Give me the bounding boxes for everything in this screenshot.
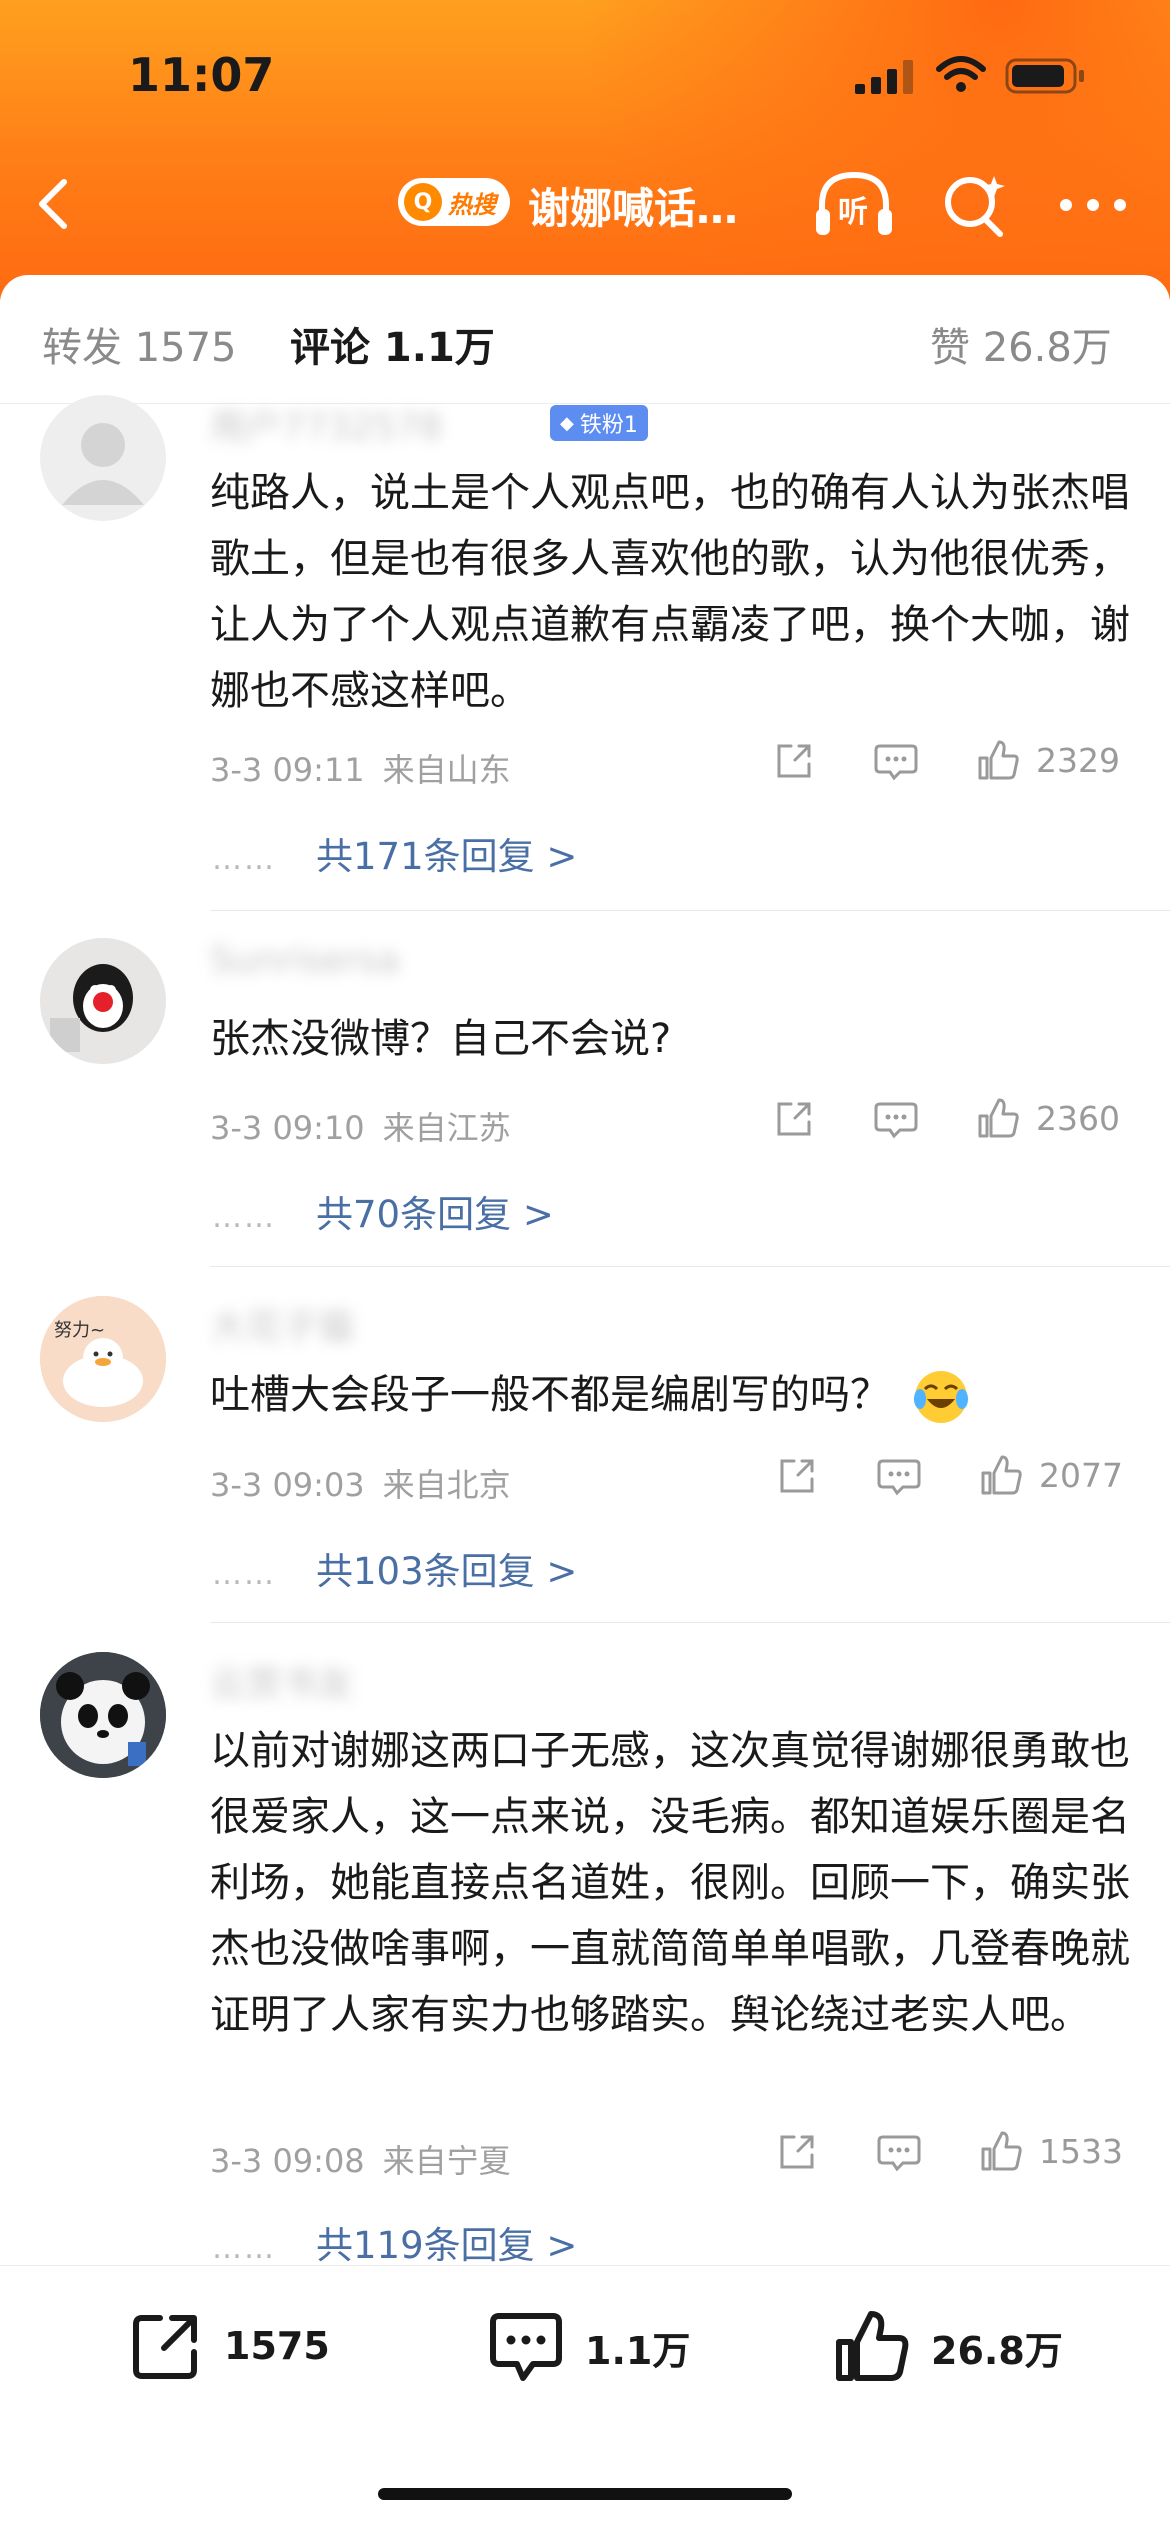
avatar[interactable]	[40, 938, 166, 1064]
status-time: 11:07	[128, 48, 275, 102]
replies-dots: ……	[212, 2231, 276, 2266]
search-icon[interactable]	[940, 170, 1010, 240]
penguin-avatar-icon	[40, 938, 166, 1064]
comment-text: 张杰没微博？自己不会说?	[210, 1016, 672, 1062]
divider	[210, 1622, 1170, 1623]
comment-location: 来自江苏	[382, 1109, 511, 1147]
share-icon[interactable]	[773, 740, 815, 782]
like-button[interactable]: 2360	[976, 1096, 1120, 1140]
like-button[interactable]: 2329	[976, 738, 1120, 782]
duck-avatar-icon: 努力~	[40, 1296, 166, 1422]
home-indicator[interactable]	[378, 2488, 792, 2500]
share-icon[interactable]	[773, 1098, 815, 1140]
replies-dots: ……	[212, 1557, 276, 1592]
like-post-button[interactable]: 26.8万	[833, 2308, 1063, 2386]
comment-date: 3-3 09:03	[210, 1466, 365, 1504]
hot-search-badge[interactable]: Q 热搜	[398, 178, 510, 226]
thumbs-up-icon	[978, 1098, 1019, 1138]
username[interactable]: 大花子猫	[210, 1298, 354, 1350]
thumbs-up-icon	[978, 740, 1019, 780]
comment-text: 纯路人，说土是个人观点吧，也的确有人认为张杰唱歌土，但是也有很多人喜欢他的歌，认…	[210, 470, 1130, 714]
avatar[interactable]: 努力~	[40, 1296, 166, 1422]
listen-label: 听	[838, 195, 868, 230]
like-count: 2329	[1036, 740, 1120, 780]
username[interactable]: 用户7732578	[210, 398, 442, 450]
share-icon[interactable]	[776, 2131, 818, 2173]
tab-comments[interactable]: 评论 1.1万	[290, 315, 495, 373]
avatar[interactable]	[40, 1652, 166, 1778]
hot-search-label: 热搜	[448, 190, 496, 219]
replies-count: 共70条回复 >	[316, 1193, 554, 1236]
comment-meta: 3-3 09:03 来自北京	[210, 1460, 511, 1506]
comment-text: 吐槽大会段子一般不都是编剧写的吗？	[210, 1362, 1135, 1428]
comment-icon[interactable]	[877, 2133, 921, 2173]
comment-meta: 3-3 09:10 来自江苏	[210, 1103, 511, 1149]
like-button[interactable]: 1533	[979, 2129, 1123, 2173]
divider	[210, 1266, 1170, 1267]
repost-button[interactable]: 1575	[128, 2308, 330, 2384]
like-count: 1533	[1039, 2131, 1123, 2171]
laughing-tears-emoji-icon	[913, 1371, 968, 1423]
fan-badge: ◆ 铁粉1	[550, 405, 648, 441]
comment-date: 3-3 09:11	[210, 751, 365, 789]
username[interactable]: Sunrisersa	[210, 940, 400, 981]
thumbs-up-icon	[981, 2131, 1022, 2171]
comment-icon	[490, 2313, 562, 2381]
replies-link[interactable]: …… 共171条回复 >	[212, 826, 577, 880]
comment-text-content: 吐槽大会段子一般不都是编剧写的吗？	[210, 1372, 890, 1418]
replies-dots: ……	[212, 1200, 276, 1235]
comment-location: 来自北京	[382, 1466, 511, 1504]
default-avatar-icon	[62, 423, 144, 505]
comment-icon[interactable]	[877, 1457, 921, 1497]
fan-badge-label: 铁粉1	[579, 413, 638, 438]
username[interactable]: 云赏书友	[210, 1655, 354, 1707]
like-count: 2077	[1039, 1455, 1123, 1495]
replies-link[interactable]: …… 共119条回复 >	[212, 2215, 577, 2269]
back-icon[interactable]	[30, 168, 80, 238]
comment-meta: 3-3 09:11 来自山东	[210, 745, 511, 791]
cellular-signal-icon	[855, 60, 913, 94]
replies-count: 共171条回复 >	[316, 835, 578, 878]
panda-avatar-icon	[40, 1652, 166, 1778]
comment-meta: 3-3 09:08 来自宁夏	[210, 2136, 511, 2182]
repost-count: 1575	[224, 2324, 330, 2368]
header: 11:07 Q 热搜 谢娜喊话… 听	[0, 0, 1170, 300]
more-icon[interactable]	[1058, 197, 1128, 213]
comment-icon[interactable]	[874, 742, 918, 782]
replies-count: 共119条回复 >	[316, 2224, 578, 2267]
tab-reposts[interactable]: 转发 1575	[42, 315, 237, 373]
replies-link[interactable]: …… 共70条回复 >	[212, 1184, 554, 1238]
diamond-icon: ◆	[560, 412, 574, 434]
comment-location: 来自山东	[382, 751, 511, 789]
page-title: 谢娜喊话…	[528, 184, 739, 233]
comment-icon[interactable]	[874, 1100, 918, 1140]
replies-count: 共103条回复 >	[316, 1550, 578, 1593]
battery-icon	[1005, 58, 1084, 94]
share-icon	[133, 2315, 197, 2379]
comment-text: 以前对谢娜这两口子无感，这次真觉得谢娜很勇敢也很爱家人，这一点来说，没毛病。都知…	[210, 1728, 1130, 2038]
like-count: 26.8万	[931, 2328, 1063, 2373]
comment-button[interactable]: 1.1万	[487, 2308, 690, 2386]
comment-date: 3-3 09:10	[210, 1109, 365, 1147]
tab-likes[interactable]: 赞 26.8万	[930, 315, 1112, 373]
tab-bar: 转发 1575 评论 1.1万 赞 26.8万	[0, 275, 1170, 404]
replies-link[interactable]: …… 共103条回复 >	[212, 1541, 577, 1595]
listen-button[interactable]: 听	[812, 165, 896, 243]
comment-count: 1.1万	[585, 2328, 691, 2373]
share-icon[interactable]	[776, 1455, 818, 1497]
svg-text:努力~: 努力~	[54, 1320, 105, 1341]
thumbs-up-icon	[981, 1455, 1022, 1495]
like-button[interactable]: 2077	[979, 1453, 1123, 1497]
comment-location: 来自宁夏	[382, 2142, 511, 2180]
avatar[interactable]	[40, 395, 166, 521]
thumbs-up-icon	[836, 2311, 909, 2381]
divider	[210, 910, 1170, 911]
like-count: 2360	[1036, 1098, 1120, 1138]
search-icon: Q	[404, 183, 442, 221]
wifi-icon	[936, 56, 986, 92]
comment-date: 3-3 09:08	[210, 2142, 365, 2180]
replies-dots: ……	[212, 842, 276, 877]
